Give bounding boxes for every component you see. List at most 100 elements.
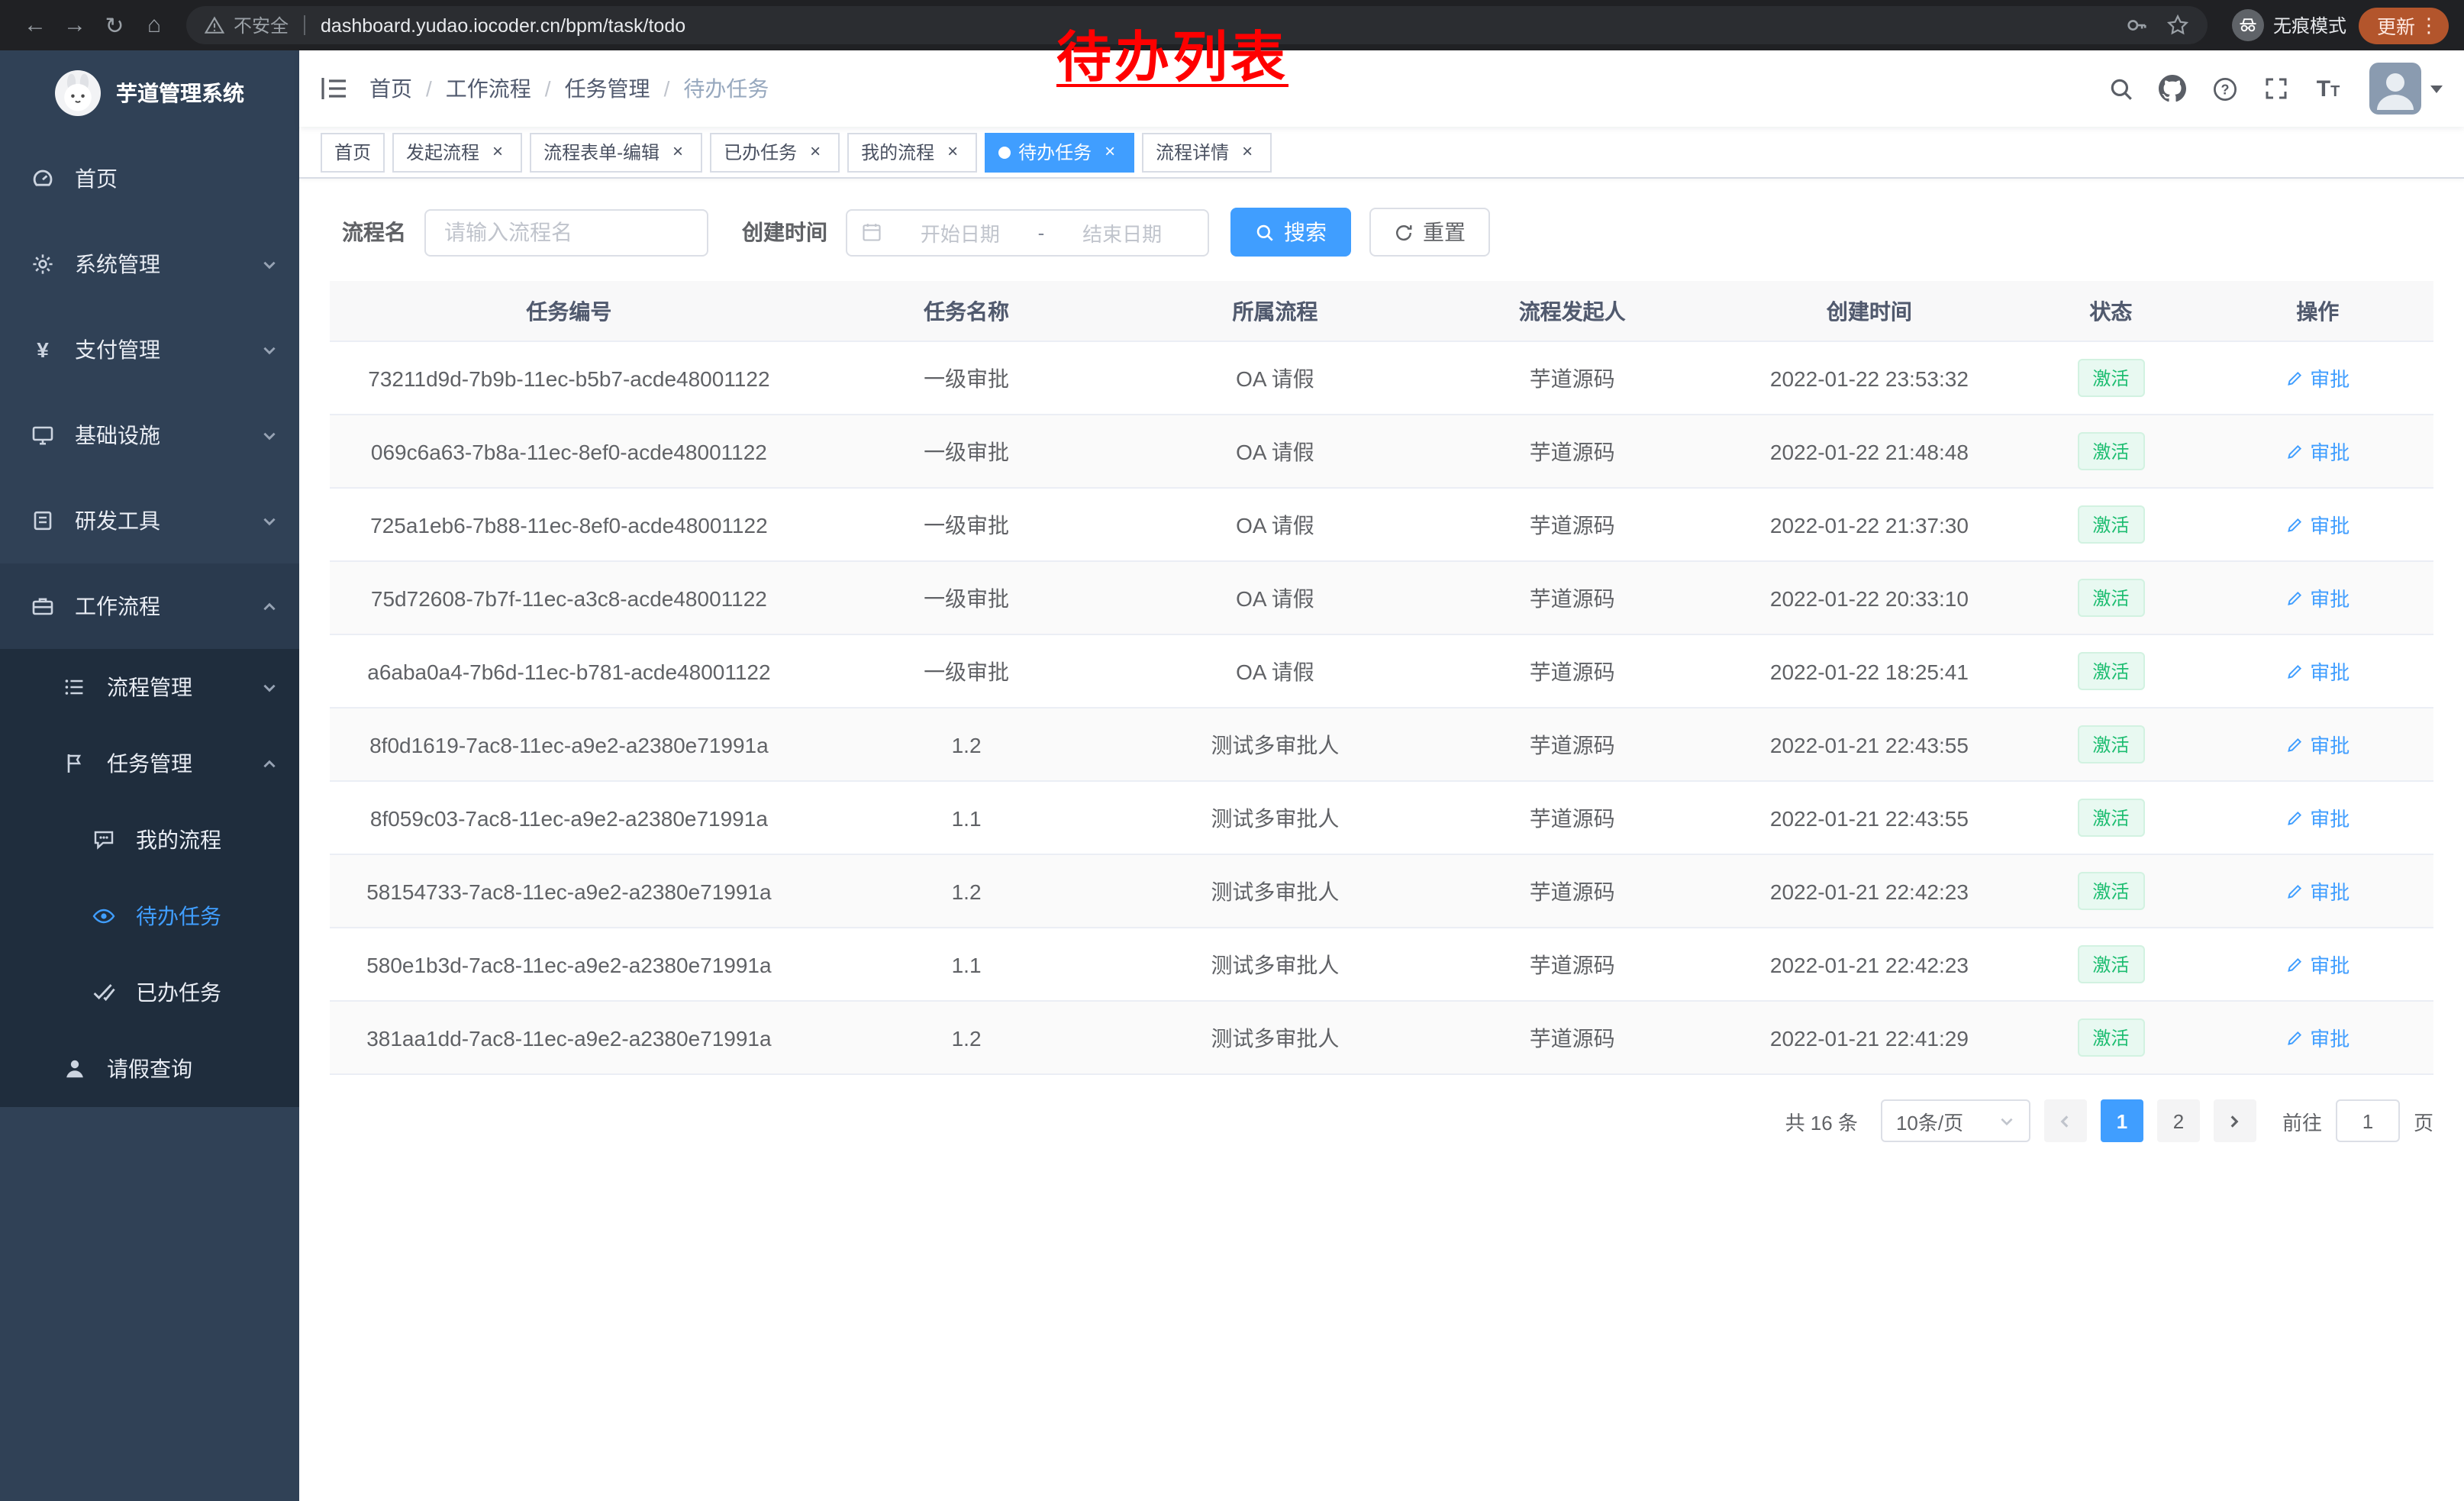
approve-link[interactable]: 审批 <box>2285 657 2350 686</box>
edit-pencil-icon <box>2285 882 2304 900</box>
prev-page-button[interactable] <box>2044 1099 2087 1142</box>
approve-link[interactable]: 审批 <box>2285 583 2350 612</box>
sidebar-item-payment[interactable]: ¥ 支付管理 <box>0 307 299 392</box>
cell-process: OA 请假 <box>1124 509 1425 540</box>
approve-link[interactable]: 审批 <box>2285 1023 2350 1052</box>
approve-link-label: 审批 <box>2310 657 2350 686</box>
cell-actions: 审批 <box>2202 950 2433 979</box>
approve-link[interactable]: 审批 <box>2285 437 2350 466</box>
goto-page-input[interactable] <box>2336 1099 2400 1142</box>
page-size-select[interactable]: 10条/页 <box>1881 1099 2030 1142</box>
tab-close-icon[interactable]: × <box>1237 141 1258 163</box>
sidebar-item-task-mgmt[interactable]: 任务管理 <box>0 725 299 802</box>
tab-close-icon[interactable]: × <box>805 141 826 163</box>
browser-update-button[interactable]: 更新 ⋮ <box>2359 7 2449 44</box>
status-badge: 激活 <box>2077 799 2144 837</box>
home-icon[interactable]: ⌂ <box>134 5 174 45</box>
tab-close-icon[interactable]: × <box>667 141 689 163</box>
breadcrumb-separator: / <box>426 76 432 101</box>
sidebar-item-devtools[interactable]: 研发工具 <box>0 478 299 563</box>
end-date-placeholder[interactable]: 结束日期 <box>1050 218 1194 247</box>
forward-icon[interactable]: → <box>55 5 95 45</box>
sidebar-item-process-mgmt[interactable]: 流程管理 <box>0 649 299 725</box>
start-date-placeholder[interactable]: 开始日期 <box>889 218 1032 247</box>
incognito-chip[interactable]: 无痕模式 <box>2232 9 2346 41</box>
security-indicator[interactable]: 不安全 <box>205 12 289 38</box>
sidebar-item-system[interactable]: 系统管理 <box>0 221 299 307</box>
tab-item[interactable]: 我的流程× <box>847 132 977 172</box>
address-bar[interactable]: 不安全 dashboard.yudao.iocoder.cn/bpm/task/… <box>186 6 2208 44</box>
cell-status: 激活 <box>2020 872 2202 910</box>
github-icon[interactable] <box>2146 50 2198 127</box>
sidebar-item-label: 工作流程 <box>75 591 160 621</box>
process-name-input[interactable] <box>424 208 708 256</box>
approve-link[interactable]: 审批 <box>2285 803 2350 832</box>
approve-link[interactable]: 审批 <box>2285 876 2350 905</box>
tab-active[interactable]: 待办任务× <box>985 132 1134 172</box>
next-page-button[interactable] <box>2214 1099 2256 1142</box>
sidebar-item-home[interactable]: 首页 <box>0 136 299 221</box>
tab-item[interactable]: 发起流程× <box>392 132 522 172</box>
screen: ← → ↻ ⌂ 不安全 dashboard.yudao.iocoder.cn/b… <box>0 0 2464 1501</box>
password-key-icon[interactable] <box>2125 14 2148 37</box>
tab-label: 流程详情 <box>1156 139 1229 165</box>
user-menu[interactable] <box>2369 63 2443 115</box>
status-badge: 激活 <box>2077 579 2144 617</box>
breadcrumb-workflow[interactable]: 工作流程 <box>446 73 531 104</box>
page-content: 流程名 创建时间 开始日期 - 结束日期 搜索 重 <box>299 179 2464 1501</box>
sidebar-collapse-icon[interactable] <box>299 50 369 127</box>
date-range-picker[interactable]: 开始日期 - 结束日期 <box>846 208 1209 256</box>
cell-status: 激活 <box>2020 945 2202 983</box>
tab-close-icon[interactable]: × <box>942 141 963 163</box>
page-button-1[interactable]: 1 <box>2101 1099 2143 1142</box>
search-button[interactable]: 搜索 <box>1230 208 1351 257</box>
col-process: 所属流程 <box>1124 295 1425 326</box>
cell-status: 激活 <box>2020 652 2202 690</box>
approve-link[interactable]: 审批 <box>2285 363 2350 392</box>
sidebar-item-label: 请假查询 <box>107 1054 192 1084</box>
font-size-icon[interactable]: TT <box>2302 50 2354 127</box>
cell-process: 测试多审批人 <box>1124 876 1425 906</box>
page-button-2[interactable]: 2 <box>2157 1099 2200 1142</box>
sidebar-item-workflow[interactable]: 工作流程 <box>0 563 299 649</box>
table-row: a6aba0a4-7b6d-11ec-b781-acde48001122 一级审… <box>330 635 2433 709</box>
approve-link[interactable]: 审批 <box>2285 510 2350 539</box>
tab-item[interactable]: 流程详情 × <box>1142 132 1272 172</box>
sidebar-item-my-process[interactable]: 我的流程 <box>0 802 299 878</box>
bookmark-star-icon[interactable] <box>2166 14 2189 37</box>
tab-item[interactable]: 流程表单-编辑× <box>530 132 702 172</box>
edit-pencil-icon <box>2285 369 2304 387</box>
sidebar-item-todo-tasks[interactable]: 待办任务 <box>0 878 299 954</box>
reset-button[interactable]: 重置 <box>1369 208 1490 257</box>
breadcrumb-task-mgmt[interactable]: 任务管理 <box>565 73 650 104</box>
chevron-down-icon <box>1998 1112 2015 1129</box>
breadcrumb-home[interactable]: 首页 <box>369 73 412 104</box>
sidebar-item-done-tasks[interactable]: 已办任务 <box>0 954 299 1031</box>
cell-task-id: 58154733-7ac8-11ec-a9e2-a2380e71991a <box>330 879 808 903</box>
reload-icon[interactable]: ↻ <box>95 5 134 45</box>
approve-link[interactable]: 审批 <box>2285 730 2350 759</box>
help-icon[interactable]: ? <box>2198 50 2250 127</box>
browser-menu-icon[interactable]: ⋮ <box>2415 13 2443 37</box>
approve-link[interactable]: 审批 <box>2285 950 2350 979</box>
back-icon[interactable]: ← <box>15 5 55 45</box>
search-icon[interactable] <box>2095 50 2146 127</box>
cell-task-id: 73211d9d-7b9b-11ec-b5b7-acde48001122 <box>330 366 808 390</box>
col-task-name: 任务名称 <box>808 295 1125 326</box>
sidebar-item-leave-query[interactable]: 请假查询 <box>0 1031 299 1107</box>
table-header: 任务编号 任务名称 所属流程 流程发起人 创建时间 状态 操作 <box>330 281 2433 342</box>
tab-item[interactable]: 首页 <box>321 132 385 172</box>
cell-actions: 审批 <box>2202 510 2433 539</box>
sidebar-item-label: 任务管理 <box>107 748 192 779</box>
tab-close-icon[interactable]: × <box>487 141 508 163</box>
sidebar-item-infra[interactable]: 基础设施 <box>0 392 299 478</box>
fullscreen-icon[interactable] <box>2250 50 2302 127</box>
app-logo[interactable]: 芋道管理系统 <box>0 50 299 136</box>
gear-icon <box>31 252 55 276</box>
edit-pencil-icon <box>2285 809 2304 827</box>
tab-close-icon[interactable]: × <box>1099 141 1121 163</box>
chevron-up-icon <box>261 598 278 615</box>
cell-status: 激活 <box>2020 505 2202 544</box>
tab-item[interactable]: 已办任务× <box>710 132 840 172</box>
cell-create-time: 2022-01-22 18:25:41 <box>1719 659 2020 683</box>
